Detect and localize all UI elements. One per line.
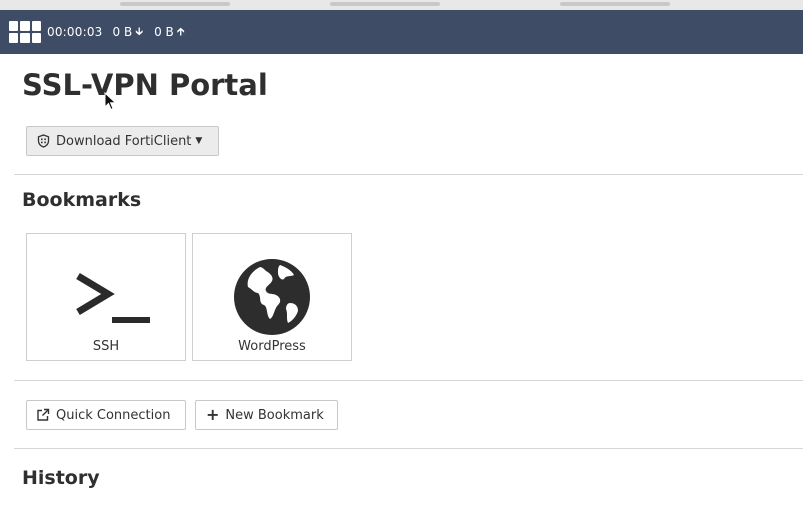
traffic-counters: 0 B 🡳 0 B 🡱 <box>113 23 196 42</box>
session-timer: 00:00:03 <box>47 25 103 39</box>
new-bookmark-label: New Bookmark <box>225 407 324 423</box>
bookmark-tile-wordpress[interactable]: WordPress <box>192 233 352 361</box>
vpn-status-bar: 00:00:03 0 B 🡳 0 B 🡱 <box>0 10 803 54</box>
divider <box>14 448 803 449</box>
globe-icon <box>193 252 351 342</box>
fortinet-logo-icon <box>9 21 41 43</box>
external-link-icon <box>36 408 50 422</box>
quick-connection-button[interactable]: Quick Connection <box>26 400 186 430</box>
bytes-sent: 0 B <box>154 25 174 39</box>
bookmark-tile-ssh[interactable]: SSH <box>26 233 186 361</box>
forticlient-shield-icon <box>37 134 50 148</box>
arrow-down-icon: 🡳 <box>135 24 144 38</box>
plus-icon: + <box>206 405 220 424</box>
divider <box>14 174 803 175</box>
mouse-cursor-icon <box>104 92 117 111</box>
strip-segment <box>560 2 670 6</box>
terminal-icon <box>27 252 185 342</box>
page-title: SSL-VPN Portal <box>22 68 268 102</box>
download-forticlient-label: Download FortiClient <box>56 133 192 149</box>
arrow-up-icon: 🡱 <box>176 24 185 38</box>
strip-segment <box>330 2 440 6</box>
caret-down-icon: ▼ <box>195 136 203 146</box>
divider <box>14 380 803 381</box>
bookmark-label: SSH <box>92 339 120 354</box>
history-heading: History <box>22 467 100 489</box>
quick-connection-label: Quick Connection <box>56 407 171 423</box>
strip-segment <box>120 2 230 6</box>
bytes-received: 0 B <box>112 25 133 39</box>
new-bookmark-button[interactable]: + New Bookmark <box>195 400 338 430</box>
bookmarks-heading: Bookmarks <box>22 189 142 211</box>
download-forticlient-button[interactable]: Download FortiClient ▼ <box>26 126 219 156</box>
bookmark-label: WordPress <box>238 339 306 354</box>
